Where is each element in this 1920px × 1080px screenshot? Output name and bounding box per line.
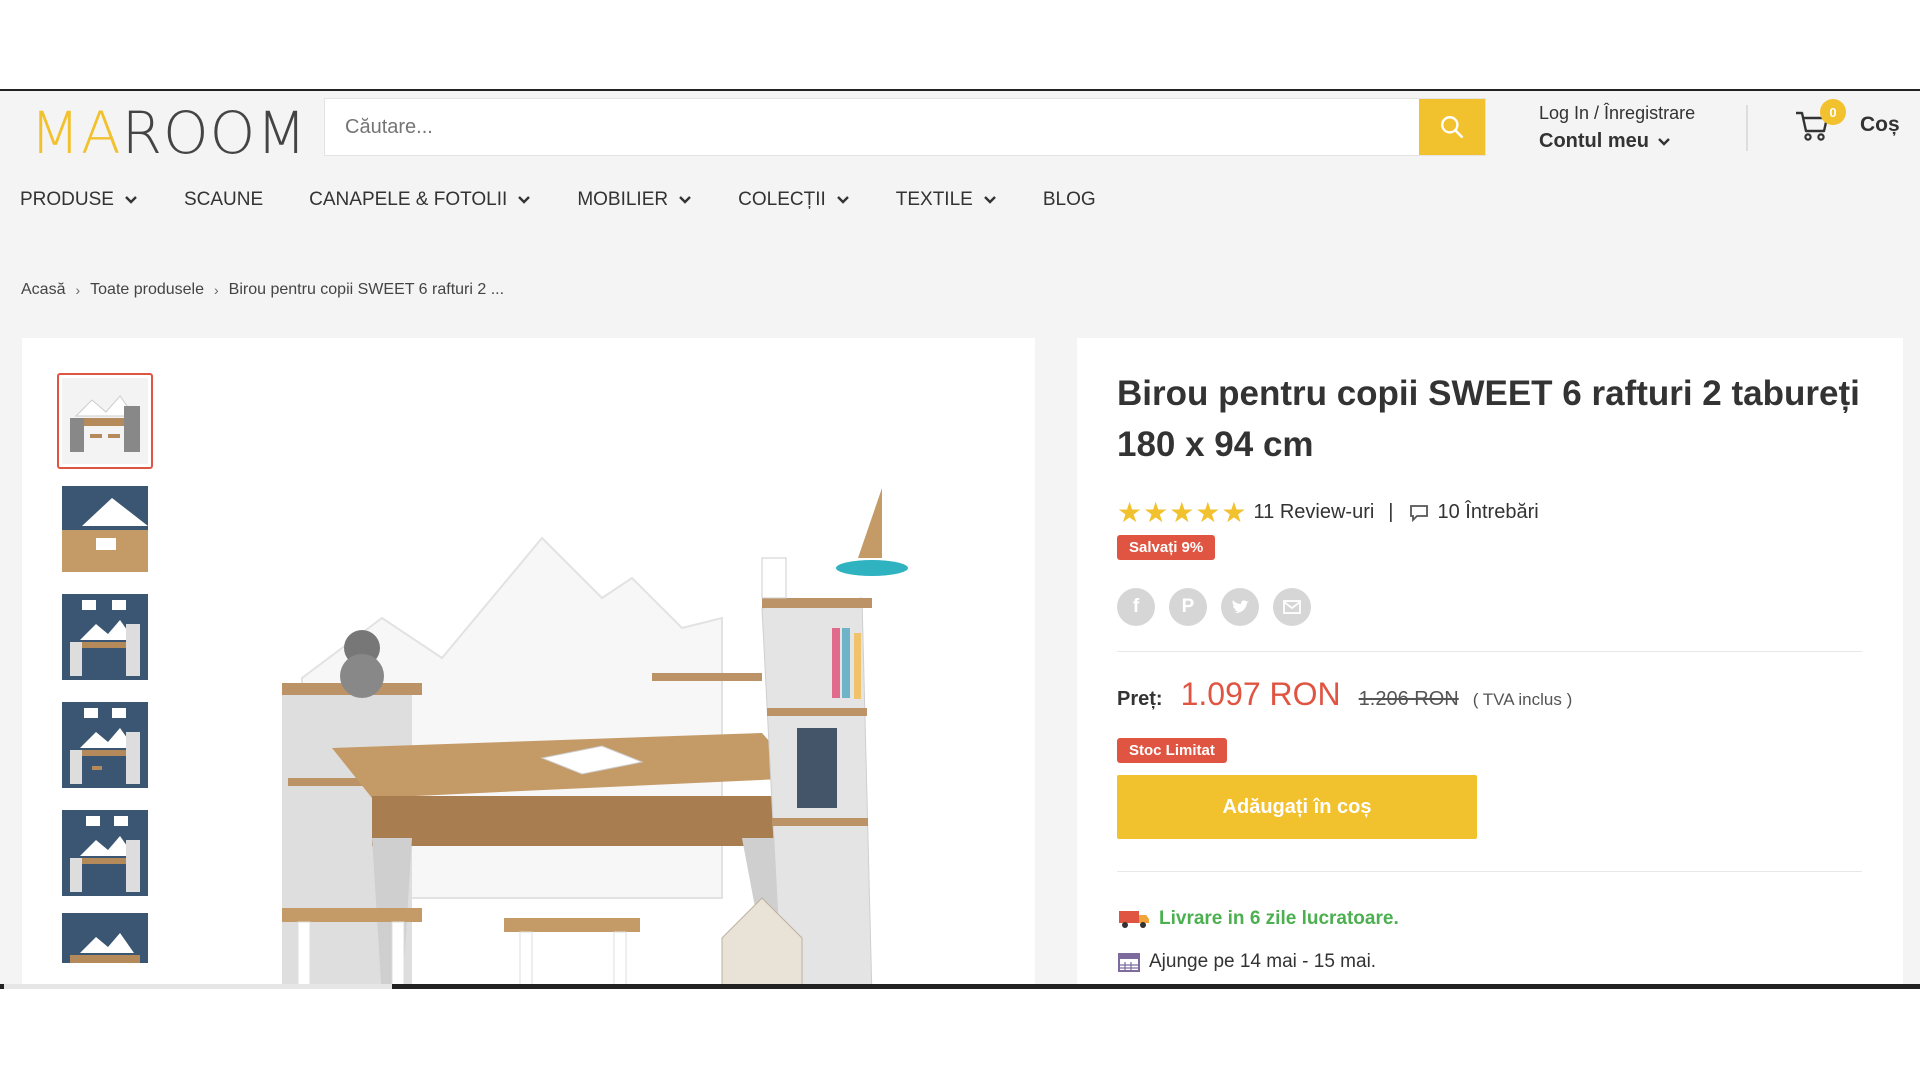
nav-item-mobilier[interactable]: MOBILIER [577,189,692,211]
speech-bubble-icon [1409,504,1428,522]
nav-label: BLOG [1042,189,1096,210]
delivery-info: Livrare in 6 zile lucratoare. [1117,908,1399,930]
search-button[interactable] [1419,99,1485,155]
thumbnail-image [62,702,148,788]
thumbnail-4[interactable] [57,697,153,793]
calendar-icon [1118,953,1140,972]
thumbnail-image [62,810,148,896]
nav-label: COLECȚII [738,189,826,210]
current-price: 1.097 RON [1180,676,1341,712]
product-main-image[interactable] [242,478,1002,989]
thumbnail-3[interactable] [57,589,153,685]
divider [1117,871,1862,872]
twitter-icon [1232,600,1249,613]
nav-item-colectii[interactable]: COLECȚII [738,189,850,211]
header-divider [1746,105,1748,151]
breadcrumb-current: Birou pentru copii SWEET 6 rafturi 2 ... [228,281,505,298]
arrival-info: Ajunge pe 14 mai - 15 mai. [1117,951,1376,973]
thumbnail-image [62,486,148,572]
product-gallery [22,338,1035,989]
chevron-down-icon [1658,137,1670,146]
scrollbar-thumb[interactable] [4,984,392,989]
product-info-card: Birou pentru copii SWEET 6 rafturi 2 tab… [1077,338,1903,989]
divider [1117,651,1862,652]
thumbnail-5[interactable] [57,805,153,901]
logo-ma: MA [30,99,122,167]
chevron-down-icon [518,196,531,204]
vat-note: ( TVA inclus ) [1472,690,1573,709]
chevron-down-icon [983,196,996,204]
cart-icon-wrap: 0 [1794,99,1846,143]
breadcrumb-all-products[interactable]: Toate produsele [90,281,204,299]
nav-label: CANAPELE & FOTOLII [309,189,508,210]
facebook-share-button[interactable]: f [1117,588,1155,626]
star-rating-icon[interactable]: ★★★★★ [1117,496,1248,529]
delivery-text: Livrare in 6 zile lucratoare. [1159,908,1399,929]
questions-link[interactable]: 10 Întrebări [1438,501,1539,524]
page-frame: MAROOM Log In / Înregistrare Contul meu … [0,89,1920,989]
my-account-label: Contul meu [1539,130,1649,152]
nav-item-blog[interactable]: BLOG [1043,189,1096,211]
rating-separator: | [1388,501,1394,523]
email-share-button[interactable] [1273,588,1311,626]
thumbnail-2[interactable] [57,481,153,577]
thumbnail-1[interactable] [57,373,153,469]
search-icon [1441,116,1464,139]
site-logo[interactable]: MAROOM [30,99,307,167]
nav-label: MOBILIER [577,189,669,210]
nav-label: SCAUNE [183,189,264,210]
nav-item-textile[interactable]: TEXTILE [896,189,997,211]
thumbnail-image [62,378,148,464]
thumbnail-6[interactable] [57,913,153,965]
breadcrumb-separator-icon: › [75,282,81,298]
price-row: Preț: 1.097 RON 1.206 RON ( TVA inclus ) [1117,676,1572,713]
old-price: 1.206 RON [1358,688,1459,710]
thumbnail-image [62,594,148,680]
review-count-link[interactable]: 11 Review-uri [1254,501,1375,524]
breadcrumb: Acasă › Toate produsele › Birou pentru c… [21,281,504,299]
account-menu[interactable]: Log In / Înregistrare Contul meu [1539,103,1695,153]
product-title: Birou pentru copii SWEET 6 rafturi 2 tab… [1117,374,1860,464]
thumbnail-image [62,913,148,963]
chevron-down-icon [836,196,849,204]
share-buttons: f P [1117,588,1311,626]
main-nav: PRODUSE SCAUNE CANAPELE & FOTOLII MOBILI… [20,189,1142,211]
price-label: Preț: [1117,688,1163,710]
search-box [324,98,1486,156]
nav-label: TEXTILE [895,189,973,210]
thumbnail-list [57,373,153,977]
nav-item-produse[interactable]: PRODUSE [20,189,138,211]
site-header: MAROOM Log In / Înregistrare Contul meu … [0,91,1920,251]
rating-row: ★★★★★ 11 Review-uri | 10 Întrebări [1117,496,1539,529]
search-input[interactable] [325,99,1419,155]
cart-button[interactable]: 0 Coș [1794,99,1900,143]
pinterest-share-button[interactable]: P [1169,588,1207,626]
my-account-dropdown[interactable]: Contul meu [1539,130,1695,153]
cart-label: Coș [1860,113,1900,136]
horizontal-scrollbar[interactable] [0,984,1920,989]
nav-item-canapele[interactable]: CANAPELE & FOTOLII [309,189,531,211]
breadcrumb-home[interactable]: Acasă [21,281,65,299]
twitter-share-button[interactable] [1221,588,1259,626]
facebook-icon: f [1132,596,1140,617]
add-to-cart-button[interactable]: Adăugați în coș [1117,775,1477,839]
pinterest-icon: P [1181,596,1195,617]
logo-room: ROOM [121,99,308,167]
arrival-text: Ajunge pe 14 mai - 15 mai. [1149,951,1377,972]
login-link[interactable]: Log In / Înregistrare [1539,103,1695,124]
cart-count-badge: 0 [1820,99,1846,125]
breadcrumb-separator-icon: › [214,282,219,298]
truck-icon [1119,911,1149,928]
nav-item-scaune[interactable]: SCAUNE [184,189,263,211]
stock-badge: Stoc Limitat [1117,738,1227,763]
discount-badge: Salvați 9% [1117,535,1216,560]
chevron-down-icon [679,196,691,204]
chevron-down-icon [125,196,137,204]
email-icon [1283,600,1301,614]
nav-label: PRODUSE [20,189,114,210]
